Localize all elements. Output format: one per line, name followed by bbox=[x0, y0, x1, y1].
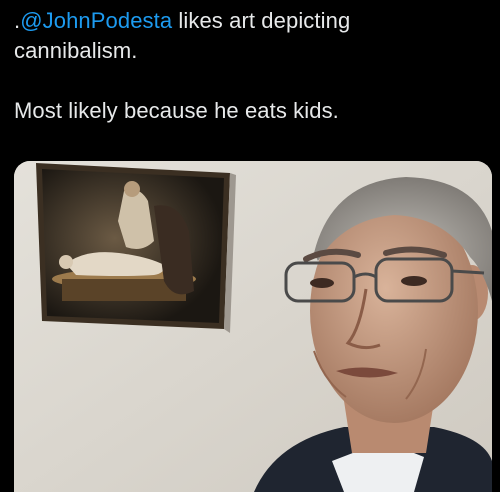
tweet-line-3: Most likely because he eats kids. bbox=[14, 98, 339, 123]
tweet-line-1-rest: likes art depicting bbox=[172, 8, 351, 33]
tweet-line-2: cannibalism. bbox=[14, 38, 138, 63]
photo-illustration bbox=[14, 161, 492, 492]
tweet-text: .@JohnPodesta likes art depicting cannib… bbox=[14, 6, 488, 126]
tweet-media-photo[interactable] bbox=[14, 161, 492, 492]
framed-painting bbox=[36, 163, 236, 333]
mention-link[interactable]: @JohnPodesta bbox=[20, 8, 172, 33]
tweet-line-1: .@JohnPodesta likes art depicting bbox=[14, 6, 488, 36]
